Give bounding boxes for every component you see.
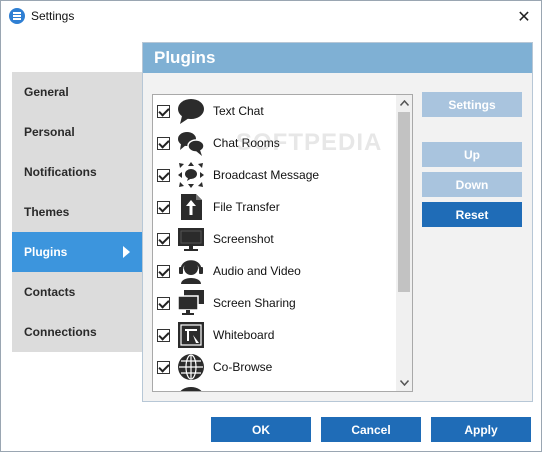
plugin-list-scrollbar[interactable] bbox=[396, 95, 412, 391]
broadcast-icon bbox=[178, 162, 204, 188]
plugin-row-file-transfer[interactable]: File Transfer bbox=[153, 191, 397, 223]
settings-nav: General Personal Notifications Themes Pl… bbox=[12, 72, 142, 352]
ok-button[interactable]: OK bbox=[211, 417, 311, 442]
plugin-label: Co-Browse bbox=[213, 360, 273, 374]
plugin-label: Audio and Video bbox=[213, 264, 301, 278]
settings-window: Settings ✕ General Personal Notification… bbox=[0, 0, 542, 452]
plugin-label: Screen Sharing bbox=[213, 296, 296, 310]
nav-item-label: Personal bbox=[24, 125, 75, 139]
plugin-row-screen-sharing[interactable]: Screen Sharing bbox=[153, 287, 397, 319]
up-button[interactable]: Up bbox=[422, 142, 522, 167]
nav-item-label: Contacts bbox=[24, 285, 76, 299]
nav-item-notifications[interactable]: Notifications bbox=[12, 152, 142, 192]
plugin-label: Whiteboard bbox=[213, 328, 275, 342]
nav-item-label: Connections bbox=[24, 325, 97, 339]
close-button[interactable]: ✕ bbox=[507, 1, 541, 32]
reset-button[interactable]: Reset bbox=[422, 202, 522, 227]
panel-title: Plugins bbox=[143, 43, 532, 73]
apply-button[interactable]: Apply bbox=[431, 417, 531, 442]
nav-item-general[interactable]: General bbox=[12, 72, 142, 112]
plugin-label: Chat Rooms bbox=[213, 136, 280, 150]
nav-item-label: Themes bbox=[24, 205, 70, 219]
plugin-checkbox[interactable] bbox=[157, 361, 170, 374]
settings-button[interactable]: Settings bbox=[422, 92, 522, 117]
plugin-row-text-chat[interactable]: Text Chat bbox=[153, 95, 397, 127]
screenshot-icon bbox=[178, 228, 204, 251]
file-transfer-icon bbox=[181, 194, 202, 220]
plugin-label: File Transfer bbox=[213, 200, 280, 214]
nav-item-personal[interactable]: Personal bbox=[12, 112, 142, 152]
scroll-down-button[interactable] bbox=[396, 375, 412, 391]
plugin-checkbox[interactable] bbox=[157, 201, 170, 214]
plugin-checkbox[interactable] bbox=[157, 137, 170, 150]
next-plugin-icon bbox=[180, 387, 202, 391]
plugin-label: Text Chat bbox=[213, 104, 264, 118]
chevron-down-icon bbox=[399, 380, 409, 386]
plugin-row-broadcast-message[interactable]: Broadcast Message bbox=[153, 159, 397, 191]
plugin-label: Screenshot bbox=[213, 232, 274, 246]
plugins-panel: Plugins Text Chat Chat Rooms Broadcast M… bbox=[142, 42, 533, 402]
chat-rooms-icon bbox=[178, 132, 205, 156]
plugin-checkbox[interactable] bbox=[157, 329, 170, 342]
app-icon bbox=[9, 8, 25, 24]
nav-item-label: Notifications bbox=[24, 165, 97, 179]
nav-item-themes[interactable]: Themes bbox=[12, 192, 142, 232]
chevron-right-icon bbox=[123, 246, 130, 258]
co-browse-icon bbox=[178, 354, 204, 380]
audio-video-icon bbox=[179, 260, 203, 284]
plugin-row-audio-video[interactable]: Audio and Video bbox=[153, 255, 397, 287]
screen-sharing-icon bbox=[177, 290, 204, 315]
nav-item-label: Plugins bbox=[24, 245, 68, 259]
scroll-thumb[interactable] bbox=[398, 112, 410, 292]
nav-item-connections[interactable]: Connections bbox=[12, 312, 142, 352]
text-chat-icon bbox=[178, 99, 204, 124]
whiteboard-icon bbox=[178, 322, 204, 348]
plugin-row-co-browse[interactable]: Co-Browse bbox=[153, 351, 397, 383]
plugin-checkbox[interactable] bbox=[157, 233, 170, 246]
down-button[interactable]: Down bbox=[422, 172, 522, 197]
plugin-label: Broadcast Message bbox=[213, 168, 320, 182]
nav-item-contacts[interactable]: Contacts bbox=[12, 272, 142, 312]
plugin-checkbox[interactable] bbox=[157, 265, 170, 278]
chevron-up-icon bbox=[399, 100, 409, 106]
cancel-button[interactable]: Cancel bbox=[321, 417, 421, 442]
title-bar: Settings ✕ bbox=[1, 1, 541, 32]
plugin-checkbox[interactable] bbox=[157, 105, 170, 118]
plugin-row-whiteboard[interactable]: Whiteboard bbox=[153, 319, 397, 351]
plugin-list: Text Chat Chat Rooms Broadcast Message F… bbox=[152, 94, 413, 392]
plugin-row-chat-rooms[interactable]: Chat Rooms bbox=[153, 127, 397, 159]
window-title: Settings bbox=[31, 9, 75, 23]
plugin-checkbox[interactable] bbox=[157, 297, 170, 310]
plugin-row-screenshot[interactable]: Screenshot bbox=[153, 223, 397, 255]
nav-item-plugins[interactable]: Plugins bbox=[12, 232, 142, 272]
nav-item-label: General bbox=[24, 85, 69, 99]
plugin-checkbox[interactable] bbox=[157, 169, 170, 182]
scroll-up-button[interactable] bbox=[396, 95, 412, 111]
